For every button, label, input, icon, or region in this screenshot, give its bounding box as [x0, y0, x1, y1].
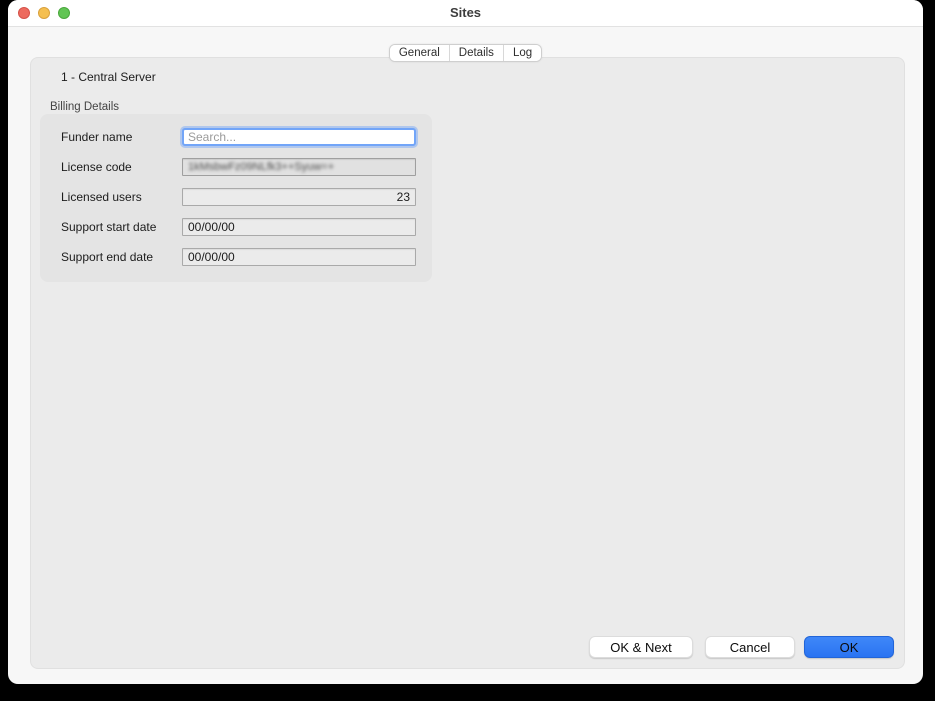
- support-end-date-row: Support end date 00/00/00: [40, 248, 432, 266]
- billing-details-section-label: Billing Details: [50, 101, 119, 113]
- license-code-row: License code 1kMsbwFz09NLfk3++Syuw=+: [40, 158, 432, 176]
- window-title: Sites: [8, 5, 923, 20]
- support-start-date-field[interactable]: 00/00/00: [182, 218, 416, 236]
- support-start-date-value: 00/00/00: [188, 220, 235, 234]
- licensed-users-value: 23: [397, 190, 410, 204]
- support-end-date-value: 00/00/00: [188, 250, 235, 264]
- license-code-field: 1kMsbwFz09NLfk3++Syuw=+: [182, 158, 416, 176]
- support-end-date-label: Support end date: [61, 250, 153, 264]
- funder-name-label: Funder name: [61, 130, 132, 144]
- funder-name-input[interactable]: [182, 128, 416, 146]
- support-start-date-label: Support start date: [61, 220, 156, 234]
- licensed-users-row: Licensed users 23: [40, 188, 432, 206]
- site-name-label: 1 - Central Server: [61, 70, 156, 84]
- license-code-label: License code: [61, 160, 132, 174]
- tab-log[interactable]: Log: [503, 45, 541, 61]
- support-end-date-field[interactable]: 00/00/00: [182, 248, 416, 266]
- support-start-date-row: Support start date 00/00/00: [40, 218, 432, 236]
- tab-details[interactable]: Details: [449, 45, 503, 61]
- tab-general[interactable]: General: [390, 45, 449, 61]
- funder-name-row: Funder name: [40, 128, 432, 146]
- ok-and-next-button[interactable]: OK & Next: [589, 636, 693, 658]
- licensed-users-label: Licensed users: [61, 190, 142, 204]
- license-code-value: 1kMsbwFz09NLfk3++Syuw=+: [188, 161, 334, 173]
- licensed-users-field: 23: [182, 188, 416, 206]
- billing-details-groupbox: Funder name License code 1kMsbwFz09NLfk3…: [40, 114, 432, 282]
- general-tab-panel: 1 - Central Server Billing Details Funde…: [30, 57, 905, 669]
- tab-bar: General Details Log: [8, 44, 923, 62]
- tab-segmented-control: General Details Log: [389, 44, 542, 62]
- sites-dialog-window: Sites General Details Log 1 - Central Se…: [8, 0, 923, 684]
- cancel-button[interactable]: Cancel: [705, 636, 795, 658]
- title-bar: Sites: [8, 0, 923, 27]
- ok-button[interactable]: OK: [804, 636, 894, 658]
